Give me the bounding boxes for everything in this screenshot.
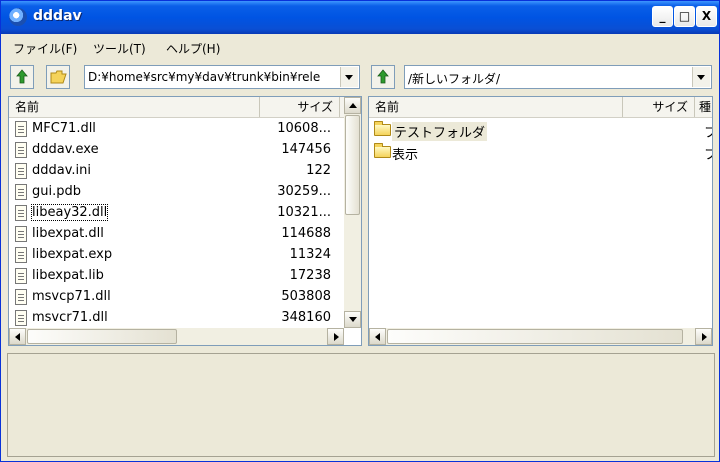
menu-file[interactable]: ファイル(F) [13, 40, 77, 57]
item-type: フ [704, 122, 712, 141]
window-title: dddav [33, 8, 82, 24]
file-name: gui.pdb [32, 184, 81, 199]
file-icon [15, 268, 27, 284]
left-file-list[interactable]: 名前 サイズ MFC71.dll 10608... dddav.exe 1474… [8, 96, 362, 346]
list-item[interactable]: テストフォルダ フ [371, 120, 712, 141]
file-size: 17238 [289, 268, 331, 283]
file-name: msvcr71.dll [32, 310, 108, 325]
file-name: MFC71.dll [32, 121, 96, 136]
file-name: libexpat.dll [32, 226, 104, 241]
right-col-size[interactable]: サイズ [623, 97, 695, 117]
left-col-name[interactable]: 名前 [9, 97, 260, 117]
file-icon [15, 142, 27, 158]
left-horizontal-scrollbar[interactable] [9, 328, 344, 345]
file-size: 30259... [277, 184, 331, 199]
title-bar[interactable]: dddav _ □ X [1, 1, 719, 34]
scroll-up-icon[interactable] [344, 97, 361, 114]
minimize-button[interactable]: _ [652, 6, 673, 27]
menu-help[interactable]: ヘルプ(H) [166, 40, 220, 57]
up-folder-icon [16, 69, 28, 84]
open-folder-icon [50, 70, 67, 84]
scroll-left-icon[interactable] [369, 328, 386, 345]
left-path-combo[interactable]: D:¥home¥src¥my¥dav¥trunk¥bin¥rele [84, 65, 360, 89]
folder-name: テストフォルダ [392, 122, 488, 141]
right-list-header: 名前 サイズ 種 [369, 97, 712, 118]
list-item[interactable]: gui.pdb 30259... [11, 182, 341, 203]
status-panel [7, 353, 715, 457]
left-vertical-scrollbar[interactable] [344, 97, 361, 328]
up-folder-icon [377, 69, 389, 84]
list-item[interactable]: dddav.ini 122 [11, 161, 341, 182]
folder-name: 表示 [392, 148, 419, 163]
scroll-down-icon[interactable] [344, 311, 361, 328]
folder-icon [374, 143, 391, 158]
scroll-right-icon[interactable] [695, 328, 712, 345]
right-up-folder-button[interactable] [371, 65, 395, 89]
file-icon [15, 184, 27, 200]
file-size: 11324 [289, 247, 331, 262]
menu-bar: ファイル(F) ツール(T) ヘルプ(H) [1, 38, 719, 58]
chevron-down-icon[interactable] [692, 67, 710, 87]
item-type: フ [704, 144, 712, 163]
right-path-text: /新しいフォルダ/ [408, 72, 501, 86]
scroll-left-icon[interactable] [9, 328, 26, 345]
file-size: 114688 [281, 226, 331, 241]
left-col-size[interactable]: サイズ [260, 97, 340, 117]
list-item[interactable]: msvcp71.dll 503808 [11, 287, 341, 308]
file-size: 348160 [281, 310, 331, 325]
globe-icon [9, 8, 27, 26]
scroll-thumb[interactable] [27, 329, 177, 344]
file-size: 503808 [281, 289, 331, 304]
file-size: 10608... [277, 121, 331, 136]
list-item[interactable]: MFC71.dll 10608... [11, 119, 341, 140]
file-icon [15, 289, 27, 305]
list-item[interactable]: libexpat.exp 11324 [11, 245, 341, 266]
maximize-button[interactable]: □ [674, 6, 695, 27]
file-name: libexpat.lib [32, 268, 104, 283]
right-file-list[interactable]: 名前 サイズ 種 テストフォルダ フ 表示 フ [368, 96, 713, 346]
right-col-type[interactable]: 種 [695, 97, 712, 117]
file-name: libeay32.dll [30, 204, 109, 221]
file-icon [15, 226, 27, 242]
file-icon [15, 310, 27, 326]
file-icon [15, 121, 27, 137]
list-item[interactable]: libeay32.dll 10321... [11, 203, 341, 224]
file-icon [15, 247, 27, 263]
list-item[interactable]: msvcr71.dll 348160 [11, 308, 341, 329]
file-name: dddav.ini [32, 163, 92, 178]
file-name: libexpat.exp [32, 247, 113, 262]
left-up-folder-button[interactable] [10, 65, 34, 89]
right-col-name[interactable]: 名前 [369, 97, 623, 117]
file-name: msvcp71.dll [32, 289, 111, 304]
file-name: dddav.exe [32, 142, 99, 157]
right-horizontal-scrollbar[interactable] [369, 328, 712, 345]
scroll-right-icon[interactable] [327, 328, 344, 345]
list-item[interactable]: libexpat.lib 17238 [11, 266, 341, 287]
file-icon [15, 163, 27, 179]
close-button[interactable]: X [696, 6, 717, 27]
left-open-folder-button[interactable] [46, 65, 70, 89]
folder-icon [374, 121, 391, 136]
file-size: 10321... [277, 205, 331, 220]
list-item[interactable]: 表示 フ [371, 142, 712, 163]
right-path-combo[interactable]: /新しいフォルダ/ [404, 65, 712, 89]
scroll-thumb[interactable] [345, 115, 360, 215]
file-size: 147456 [281, 142, 331, 157]
chevron-down-icon[interactable] [340, 67, 358, 87]
left-list-header: 名前 サイズ [9, 97, 361, 118]
list-item[interactable]: dddav.exe 147456 [11, 140, 341, 161]
file-size: 122 [306, 163, 331, 178]
menu-tools[interactable]: ツール(T) [93, 40, 146, 57]
scroll-thumb[interactable] [387, 329, 683, 344]
list-item[interactable]: libexpat.dll 114688 [11, 224, 341, 245]
app-window: dddav _ □ X ファイル(F) ツール(T) ヘルプ(H) D:¥hom… [0, 0, 720, 462]
left-path-text: D:¥home¥src¥my¥dav¥trunk¥bin¥rele [88, 70, 321, 84]
file-icon [15, 205, 27, 221]
